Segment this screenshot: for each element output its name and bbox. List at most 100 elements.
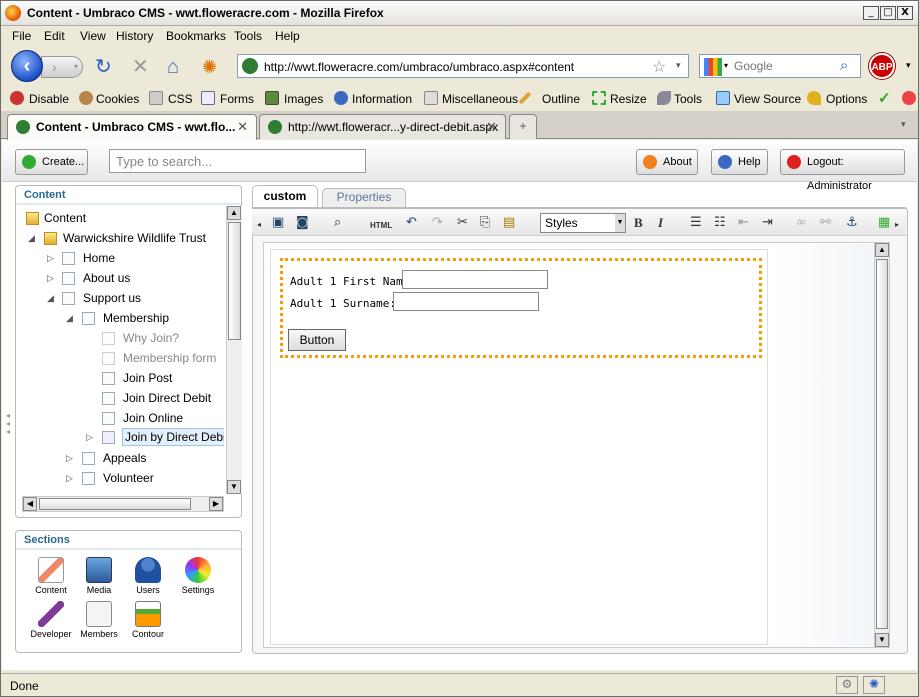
copy-icon[interactable]: ⎘ [480,216,490,230]
help-button[interactable]: Help [711,149,768,175]
section-users[interactable]: Users [123,557,173,595]
google-engine-icon[interactable] [704,58,722,76]
menu-help[interactable]: Help [275,29,300,43]
close-button[interactable]: X [897,6,913,20]
preview-icon[interactable]: ⌕ [334,216,341,230]
tab-properties[interactable]: Properties [322,188,406,207]
dev-css[interactable]: CSS [168,92,193,106]
expand-icon[interactable]: ▷ [47,269,57,287]
bold-icon[interactable]: B [634,216,643,230]
adblock-plus-icon[interactable]: ABP [869,53,895,79]
tab-list-icon[interactable]: ▾ [901,119,906,130]
reload-icon[interactable]: ↻ [95,57,112,77]
first-name-input[interactable] [402,270,548,289]
italic-icon[interactable]: I [658,216,663,230]
surname-input[interactable] [393,292,539,311]
section-contour[interactable]: Contour [123,601,173,639]
tab-join-by-direct-debit[interactable]: http://wwt.floweracr...y-direct-debit.as… [259,114,506,139]
url-dropdown-icon[interactable]: ▾ [676,60,681,71]
scroll-right-icon[interactable]: ▶ [209,497,223,511]
undo-icon[interactable]: ↶ [406,216,417,230]
toolbar-expand-icon[interactable]: ▸ [895,218,899,232]
section-content[interactable]: Content [26,557,76,595]
expand-icon[interactable]: ▷ [86,428,96,446]
stop-icon[interactable]: ✕ [132,57,149,77]
dev-miscellaneous[interactable]: Miscellaneous [442,92,518,106]
form-button[interactable]: Button [288,329,346,351]
about-button[interactable]: About [636,149,698,175]
dev-tools[interactable]: Tools [674,92,702,106]
save-icon[interactable]: ▣ [272,216,284,230]
styles-dropdown[interactable]: Styles ▼ [540,213,626,233]
dev-outline[interactable]: Outline [542,92,580,106]
minimize-button[interactable]: _ [863,6,879,20]
scroll-down-icon[interactable]: ▼ [875,633,889,647]
maximize-button[interactable]: □ [880,6,896,20]
dev-disable[interactable]: Disable [29,92,69,106]
menu-tools[interactable]: Tools [234,29,262,43]
save-and-publish-icon[interactable]: ◙ [296,216,309,230]
search-input[interactable] [734,58,838,74]
search-bar[interactable]: ▾ ⌕ [699,54,861,78]
paste-icon[interactable]: ▤ [503,216,515,230]
insert-image-icon[interactable]: ▦ [878,216,890,230]
url-text[interactable]: http://wwt.floweracre.com/umbraco/umbrac… [264,60,574,74]
logout-button[interactable]: Logout: Administrator [780,149,905,192]
scroll-up-icon[interactable]: ▲ [227,206,241,220]
expand-icon[interactable]: ▷ [66,469,76,487]
form-container[interactable]: Adult 1 First Name: Adult 1 Surname: But… [280,258,762,358]
tree-vertical-scrollbar[interactable]: ▲ ▼ [226,206,242,494]
dev-view-source[interactable]: View Source [734,92,801,106]
outdent-icon[interactable]: ⇤ [738,216,749,230]
forward-button[interactable]: › ▾ [41,56,83,78]
cut-icon[interactable]: ✂ [457,216,468,230]
dev-options[interactable]: Options [826,92,867,106]
section-developer[interactable]: Developer [26,601,76,639]
unlink-icon[interactable]: ⚯ [820,216,831,230]
menu-file[interactable]: File [12,29,31,43]
tab-custom[interactable]: custom [252,185,318,207]
panel-splitter-icon[interactable]: ◂ ◂ ◂ [6,412,10,436]
dev-forms[interactable]: Forms [220,92,254,106]
new-tab-button[interactable]: + [509,114,537,139]
indent-icon[interactable]: ⇥ [762,216,773,230]
close-tab-icon[interactable]: ✕ [237,119,248,135]
bookmark-star-icon[interactable]: ☆ [652,57,666,77]
menu-bookmarks[interactable]: Bookmarks [166,29,226,43]
bullet-list-icon[interactable]: ☰ [690,216,702,230]
addon-icon[interactable]: ✺ [202,58,217,76]
scroll-up-icon[interactable]: ▲ [875,243,889,257]
search-icon[interactable]: ⌕ [840,57,848,74]
section-settings[interactable]: Settings [173,557,223,595]
scroll-thumb[interactable] [876,259,888,629]
section-members[interactable]: Members [74,601,124,639]
collapse-icon[interactable]: ◢ [28,229,38,247]
tab-umbraco-content[interactable]: Content - Umbraco CMS - wwt.flo... ✕ [7,114,257,140]
scroll-left-icon[interactable]: ◀ [23,497,37,511]
umbraco-search[interactable] [109,149,366,173]
gear-icon[interactable]: ⚙ [836,676,858,694]
abp-dropdown-icon[interactable]: ▾ [906,60,911,71]
expand-icon[interactable]: ▷ [66,449,76,467]
menu-edit[interactable]: Edit [44,29,65,43]
back-button[interactable]: ‹ [11,50,43,82]
link-icon[interactable]: ∞ [796,216,807,230]
engine-dropdown-icon[interactable]: ▾ [724,61,728,70]
dev-cookies[interactable]: Cookies [96,92,139,106]
firebug-icon[interactable]: ✺ [863,676,885,694]
umbraco-search-input[interactable] [116,153,356,169]
numbered-list-icon[interactable]: ☷ [714,216,726,230]
collapse-icon[interactable]: ◢ [66,309,76,327]
close-tab-icon[interactable]: ✕ [486,119,497,135]
menu-history[interactable]: History [116,29,153,43]
home-icon[interactable]: ⌂ [167,57,179,77]
dev-images[interactable]: Images [284,92,323,106]
menu-view[interactable]: View [80,29,106,43]
editor-vertical-scrollbar[interactable]: ▲ ▼ [874,243,889,647]
redo-icon[interactable]: ↷ [432,216,443,230]
editor-document[interactable]: Adult 1 First Name: Adult 1 Surname: But… [270,249,768,645]
scroll-down-icon[interactable]: ▼ [227,480,241,494]
anchor-icon[interactable]: ⚓ [846,216,858,230]
toolbar-collapse-icon[interactable]: ◂ [257,218,261,232]
url-bar[interactable]: http://wwt.floweracre.com/umbraco/umbrac… [237,54,689,78]
